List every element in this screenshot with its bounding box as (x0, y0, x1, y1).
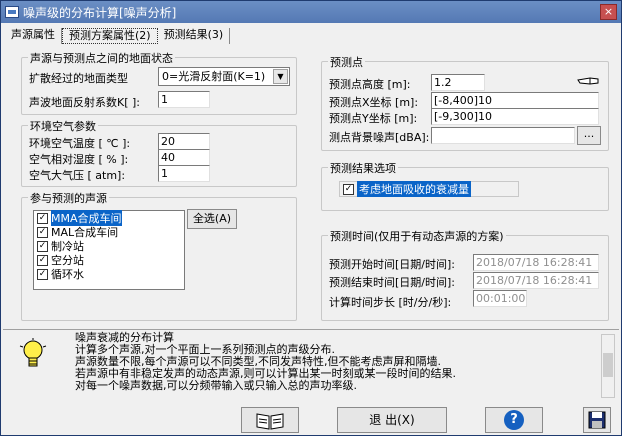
save-button[interactable] (583, 407, 611, 433)
list-item[interactable]: ✓ 空分站 (34, 253, 184, 267)
info-text: 噪声衰减的分布计算 计算多个声源,对一个平面上一系列预测点的声级分布. 声源数量… (75, 332, 595, 392)
reflect-input[interactable]: 1 (158, 91, 210, 108)
bg-noise-label: 测点背景噪声[dBA]: (329, 131, 430, 144)
info-scrollbar[interactable] (601, 334, 615, 398)
info-line: 对每一个噪声数据,可以分频带输入或只输入总的声功率级. (75, 379, 357, 392)
checkbox-checked-icon[interactable]: ✓ (37, 212, 48, 224)
button-bar: 退 出(X) ? (3, 405, 619, 435)
attenuation-option[interactable]: ✓ 考虑地面吸收的衰减量 (339, 181, 519, 197)
sources-list[interactable]: ✓ MMA合成车间 ✓ MAL合成车间 ✓ 制冷站 ✓ 空分站 ✓ 循环水 (33, 210, 185, 290)
app-icon (5, 6, 19, 18)
exit-button[interactable]: 退 出(X) (337, 407, 447, 433)
attenuation-label: 考虑地面吸收的衰减量 (357, 181, 471, 197)
floppy-disk-icon (588, 411, 606, 429)
step-input[interactable]: 00:01:00 (473, 290, 527, 307)
y-coord-input[interactable]: [-9,300]10 (431, 108, 599, 125)
step-label: 计算时间步长 [时/分/秒]: (329, 296, 452, 309)
hand-pointer-icon[interactable] (576, 73, 600, 87)
bg-noise-input[interactable] (431, 127, 575, 144)
lightbulb-icon (19, 338, 47, 367)
list-item[interactable]: ✓ 循环水 (34, 267, 184, 281)
open-book-button[interactable] (241, 407, 299, 433)
tab-prediction-results[interactable]: 预测结果(3) (158, 28, 231, 44)
point-group-title: 预测点 (328, 54, 365, 70)
humidity-input[interactable]: 40 (158, 149, 210, 166)
start-time-input[interactable]: 2018/07/18 16:28:41 (473, 254, 599, 271)
sources-group-title: 参与预测的声源 (28, 190, 109, 206)
reflect-label: 声波地面反射系数K[ ]: (29, 96, 140, 109)
terrain-value: 0=光滑反射面(K=1) (162, 70, 266, 83)
select-all-button[interactable]: 全选(A) (187, 209, 237, 229)
terrain-label: 扩散经过的地面类型 (29, 72, 128, 85)
scroll-thumb[interactable] (603, 353, 613, 377)
list-item[interactable]: ✓ 制冷站 (34, 239, 184, 253)
start-time-label: 预测开始时间[日期/时间]: (329, 258, 455, 271)
chevron-down-icon[interactable]: ▼ (273, 69, 288, 84)
help-icon: ? (504, 410, 524, 430)
temp-input[interactable]: 20 (158, 133, 210, 150)
main-window: 噪声级的分布计算[噪声分析] × 声源属性 预测方案属性(2) 预测结果(3) … (0, 0, 622, 436)
info-panel: 噪声衰减的分布计算 计算多个声源,对一个平面上一系列预测点的声级分布. 声源数量… (3, 329, 619, 404)
x-coord-label: 预测点X坐标 [m]: (329, 96, 419, 109)
list-item[interactable]: ✓ MMA合成车间 (34, 210, 184, 226)
terrain-select[interactable]: 0=光滑反射面(K=1) ▼ (158, 67, 290, 86)
browse-button[interactable]: ... (577, 126, 601, 145)
window-title: 噪声级的分布计算[噪声分析] (23, 5, 177, 20)
x-coord-input[interactable]: [-8,400]10 (431, 92, 599, 109)
time-group-title: 预测时间(仅用于有动态声源的方案) (328, 228, 506, 244)
tab-scheme-properties[interactable]: 预测方案属性(2) (62, 28, 158, 44)
humidity-label: 空气相对湿度 [ % ]: (29, 153, 129, 166)
checkbox-checked-icon[interactable]: ✓ (37, 240, 48, 252)
end-time-input[interactable]: 2018/07/18 16:28:41 (473, 272, 599, 289)
book-icon (256, 413, 284, 430)
end-time-label: 预测结束时间[日期/时间]: (329, 276, 455, 289)
help-button[interactable]: ? (485, 407, 543, 433)
close-button[interactable]: × (600, 4, 617, 20)
list-item[interactable]: ✓ MAL合成车间 (34, 225, 184, 239)
tab-strip: 声源属性 预测方案属性(2) 预测结果(3) (5, 28, 231, 44)
checkbox-checked-icon[interactable]: ✓ (37, 254, 48, 266)
checkbox-checked-icon[interactable]: ✓ (37, 226, 48, 238)
title-bar: 噪声级的分布计算[噪声分析] × (1, 1, 621, 23)
checkbox-checked-icon[interactable]: ✓ (343, 183, 354, 195)
temp-label: 环境空气温度 [ ℃ ]: (29, 137, 131, 150)
y-coord-label: 预测点Y坐标 [m]: (329, 112, 418, 125)
height-label: 预测点高度 [m]: (329, 78, 411, 91)
tab-source-properties[interactable]: 声源属性 (5, 28, 62, 44)
options-group-title: 预测结果选项 (328, 160, 398, 176)
height-input[interactable]: 1.2 (431, 74, 485, 91)
air-group-title: 环境空气参数 (28, 118, 98, 134)
pressure-input[interactable]: 1 (158, 165, 210, 182)
checkbox-checked-icon[interactable]: ✓ (37, 268, 48, 280)
ground-group-title: 声源与预测点之间的地面状态 (28, 50, 175, 66)
pressure-label: 空气大气压 [ atm]: (29, 169, 126, 182)
